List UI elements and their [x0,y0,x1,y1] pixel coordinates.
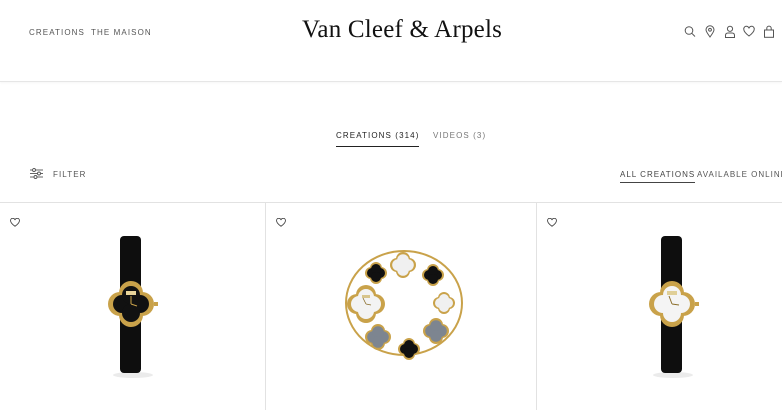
tab-videos[interactable]: VIDEOS (3) [433,131,486,140]
watch-black-onyx-image[interactable] [0,203,266,410]
shopping-bag-icon[interactable] [763,25,775,38]
location-pin-icon[interactable] [704,25,716,38]
available-online-link[interactable]: AVAILABLE ONLINE [697,170,782,179]
product-card[interactable] [537,203,782,410]
user-icon[interactable] [724,25,736,38]
heart-icon[interactable] [743,25,755,38]
tab-creations[interactable]: CREATIONS (314) [336,131,420,147]
bracelet-watch-image[interactable] [266,203,537,410]
content-tabs: CREATIONS (314) VIDEOS (3) [0,131,782,151]
brand-logo[interactable]: Van Cleef & Arpels [0,16,782,44]
all-creations-link[interactable]: ALL CREATIONS [620,170,696,183]
site-header: CREATIONS THE MAISON Van Cleef & Arpels [0,0,782,82]
product-card[interactable] [0,203,266,410]
search-icon[interactable] [684,25,696,38]
watch-white-mop-image[interactable] [537,203,782,410]
filter-sliders-icon [30,168,43,179]
filter-label: FILTER [53,170,87,179]
product-card[interactable] [266,203,537,410]
product-grid [0,202,782,410]
